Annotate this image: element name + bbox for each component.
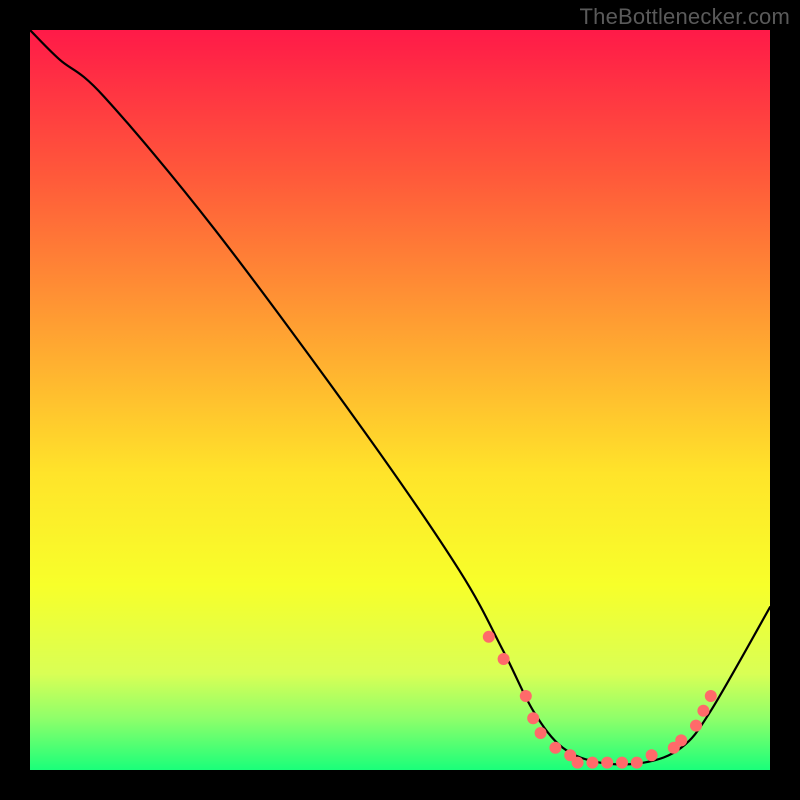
marker-dot bbox=[601, 757, 613, 769]
marker-dot bbox=[535, 727, 547, 739]
marker-dot bbox=[697, 705, 709, 717]
marker-dot bbox=[631, 757, 643, 769]
marker-dot bbox=[586, 757, 598, 769]
marker-dot bbox=[572, 757, 584, 769]
plot-svg bbox=[30, 30, 770, 770]
marker-dot bbox=[675, 734, 687, 746]
gradient-background bbox=[30, 30, 770, 770]
marker-dot bbox=[549, 742, 561, 754]
marker-dot bbox=[705, 690, 717, 702]
marker-dot bbox=[520, 690, 532, 702]
marker-dot bbox=[646, 749, 658, 761]
marker-dot bbox=[616, 757, 628, 769]
plot-area bbox=[30, 30, 770, 770]
marker-dot bbox=[498, 653, 510, 665]
chart-frame: TheBottlenecker.com bbox=[0, 0, 800, 800]
marker-dot bbox=[690, 720, 702, 732]
marker-dot bbox=[483, 631, 495, 643]
marker-dot bbox=[527, 712, 539, 724]
attribution-text: TheBottlenecker.com bbox=[580, 4, 790, 30]
